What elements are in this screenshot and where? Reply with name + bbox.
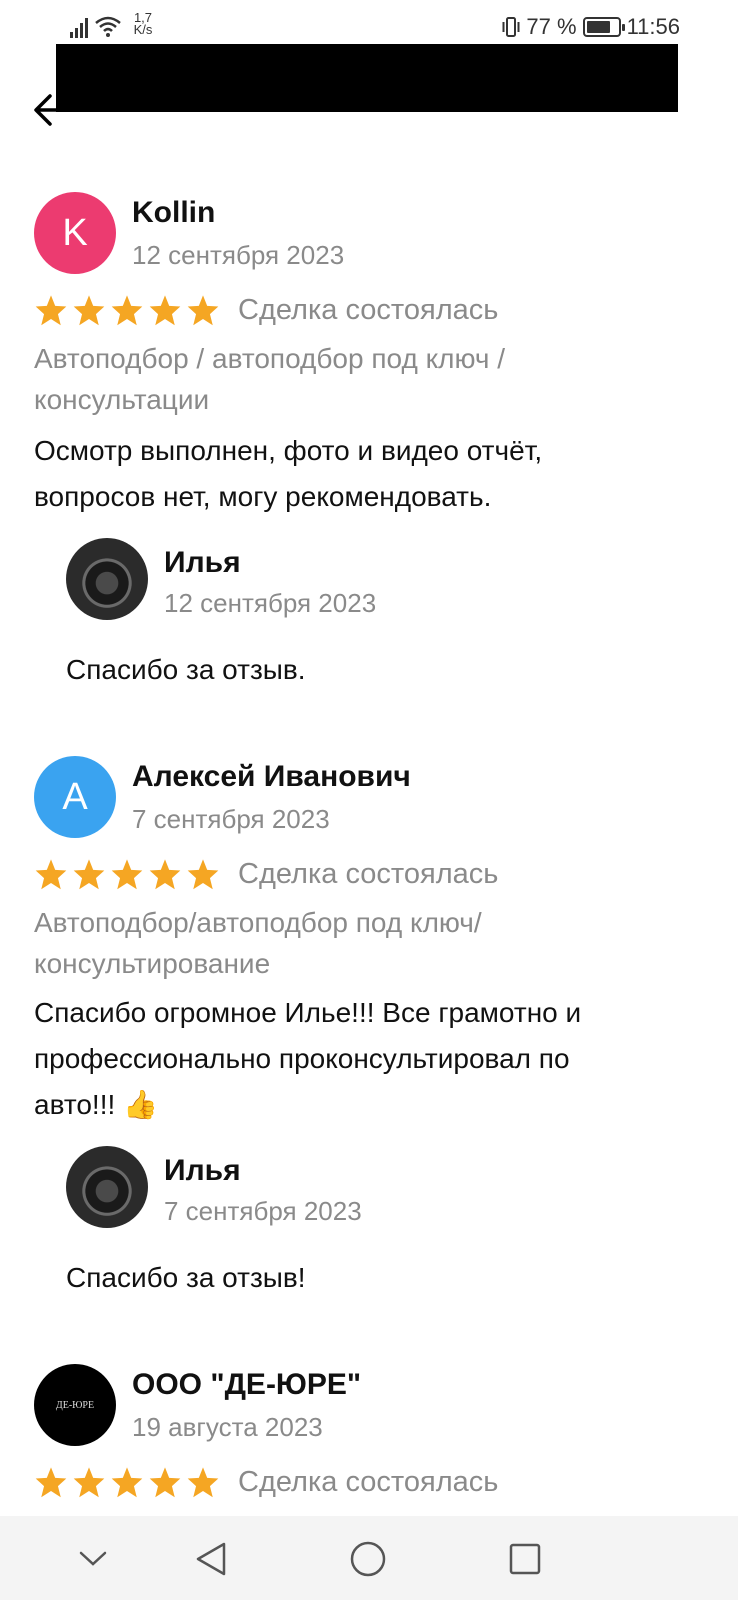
reply-author: Илья: [164, 1154, 241, 1187]
avatar-letter: K: [62, 211, 88, 254]
network-speed-unit: K/s: [133, 22, 153, 37]
category-line: Автоподбор / автоподбор под ключ /: [34, 343, 505, 374]
network-speed: 1,7 K/s: [128, 11, 158, 37]
review-text-line: профессионально проконсультировал по: [34, 1043, 570, 1074]
reply-author: Илья: [164, 546, 241, 579]
deal-status: Сделка состоялась: [238, 1466, 499, 1498]
review-category: Автоподбор/автоподбор под ключ/ консульт…: [34, 902, 654, 984]
review-date: 12 сентября 2023: [132, 240, 345, 270]
hide-nav-button[interactable]: [68, 1534, 118, 1584]
rating-stars: [34, 1466, 220, 1498]
reply-date: 12 сентября 2023: [164, 588, 377, 618]
vibrate-icon: [502, 17, 520, 37]
review-text-line: авто!!! 👍: [34, 1089, 158, 1120]
battery-fill: [586, 21, 610, 33]
review-text: Осмотр выполнен, фото и видео отчёт, воп…: [34, 428, 694, 520]
rating-stars: [34, 858, 220, 890]
review-date: 19 августа 2023: [132, 1412, 323, 1442]
chevron-down-icon: [79, 1551, 107, 1566]
deal-status: Сделка состоялась: [238, 294, 499, 326]
signal-icon: [70, 16, 88, 38]
battery-icon: [582, 17, 625, 37]
deal-status: Сделка состоялась: [238, 858, 499, 890]
rating-stars: [34, 294, 220, 326]
review-author: Kollin: [132, 196, 216, 229]
home-circle-icon: [350, 1541, 386, 1577]
home-nav-button[interactable]: [343, 1534, 393, 1584]
star-icon: [35, 1467, 67, 1498]
system-nav-bar: [0, 1516, 738, 1600]
review-author: Алексей Иванович: [132, 760, 411, 793]
star-icon: [73, 859, 105, 890]
review-author: ООО "ДЕ-ЮРЕ": [132, 1368, 362, 1401]
review-date: 7 сентября 2023: [132, 804, 330, 834]
review-text: Спасибо огромное Илье!!! Все грамотно и …: [34, 990, 694, 1128]
star-icon: [111, 1467, 143, 1498]
category-line: консультации: [34, 384, 210, 415]
header: [0, 44, 738, 152]
star-icon: [73, 1467, 105, 1498]
review-text-line: вопросов нет, могу рекомендовать.: [34, 481, 492, 512]
company-logo-avatar: ДЕ-ЮРЕ: [34, 1364, 116, 1446]
category-line: консультирование: [34, 948, 271, 979]
star-icon: [187, 859, 219, 890]
reply-text: Спасибо за отзыв!: [66, 1262, 306, 1293]
recents-nav-button[interactable]: [500, 1534, 550, 1584]
back-nav-button[interactable]: [186, 1534, 236, 1584]
clock: 11:56: [626, 14, 680, 39]
avatar-letter: А: [62, 775, 88, 818]
star-icon: [187, 295, 219, 326]
review-text-line: Спасибо огромное Илье!!! Все грамотно и: [34, 997, 582, 1028]
star-icon: [35, 295, 67, 326]
reply-date: 7 сентября 2023: [164, 1196, 362, 1226]
star-icon: [111, 859, 143, 890]
avatar: А: [34, 756, 116, 838]
star-icon: [187, 1467, 219, 1498]
recents-square-icon: [509, 1543, 541, 1575]
redacted-title-block: [56, 44, 678, 112]
review-category: Автоподбор / автоподбор под ключ / консу…: [34, 338, 654, 420]
back-triangle-icon: [196, 1542, 226, 1576]
star-icon: [73, 295, 105, 326]
reply-text: Спасибо за отзыв.: [66, 654, 306, 685]
star-icon: [35, 859, 67, 890]
logo-text: ДЕ-ЮРЕ: [55, 1399, 95, 1411]
status-right: 77 % 11:56: [502, 14, 680, 40]
battery-percent: 77 %: [526, 14, 577, 39]
reply-avatar: [66, 1146, 148, 1228]
reply-avatar: [66, 538, 148, 620]
star-icon: [149, 1467, 181, 1498]
category-line: Автоподбор/автоподбор под ключ/: [34, 907, 482, 938]
wifi-icon: [95, 16, 121, 37]
avatar: K: [34, 192, 116, 274]
star-icon: [111, 295, 143, 326]
star-icon: [149, 859, 181, 890]
star-icon: [149, 295, 181, 326]
status-left: 1,7 K/s: [70, 11, 158, 38]
review-text-line: Осмотр выполнен, фото и видео отчёт,: [34, 435, 543, 466]
